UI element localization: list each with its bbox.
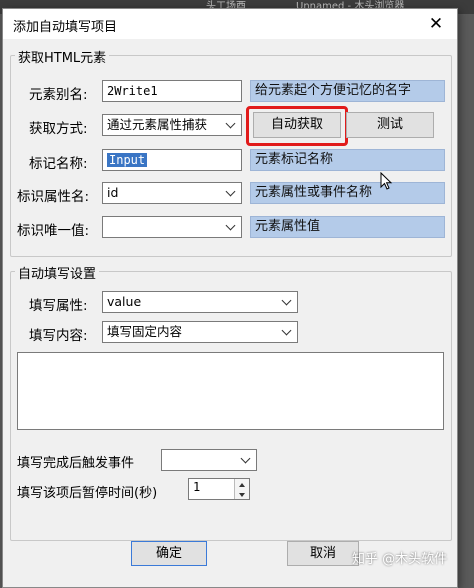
method-label: 获取方式:: [29, 121, 88, 137]
attr-value-select[interactable]: [102, 216, 242, 238]
dialog-title: 添加自动填写项目: [13, 20, 118, 35]
tag-name-label: 标记名称:: [29, 156, 88, 172]
fill-content-value: 填写固定内容: [107, 324, 183, 339]
fill-content-select[interactable]: 填写固定内容: [102, 321, 298, 343]
fill-attribute-label: 填写属性:: [29, 298, 88, 314]
attr-name-hint: 元素属性或事件名称: [250, 182, 445, 204]
chevron-down-icon: [224, 217, 238, 237]
chevron-down-icon: [239, 450, 253, 470]
chevron-down-icon: [280, 322, 294, 342]
chevron-down-icon: [280, 292, 294, 312]
test-button[interactable]: 测试: [346, 112, 434, 138]
pause-time-stepper[interactable]: 1: [188, 478, 250, 500]
attr-name-label: 标识属性名:: [17, 189, 90, 205]
mouse-pointer-icon: [380, 172, 393, 190]
close-icon[interactable]: ✕: [423, 12, 449, 36]
attr-name-select-value: id: [107, 185, 119, 200]
method-select[interactable]: 通过元素属性捕获: [102, 114, 242, 136]
attr-name-select[interactable]: id: [102, 182, 242, 204]
method-select-value: 通过元素属性捕获: [107, 117, 208, 132]
tag-name-hint: 元素标记名称: [250, 149, 445, 171]
tag-name-value: Input: [107, 153, 148, 167]
attr-value-label: 标识唯一值:: [17, 223, 90, 239]
html-element-legend: 获取HTML元素: [15, 47, 110, 66]
add-autofill-dialog: 添加自动填写项目 ✕ 获取HTML元素 元素别名: 2Write1 给元素起个方…: [2, 8, 458, 588]
pause-time-value: 1: [193, 480, 201, 494]
tag-name-input[interactable]: Input: [102, 149, 242, 171]
fill-attribute-value: value: [107, 294, 142, 309]
trigger-event-select[interactable]: [161, 449, 257, 471]
trigger-event-label: 填写完成后触发事件: [17, 456, 135, 471]
fill-attribute-select[interactable]: value: [102, 291, 298, 313]
alias-input[interactable]: 2Write1: [102, 80, 242, 102]
fill-content-label: 填写内容:: [29, 328, 88, 344]
alias-hint: 给元素起个方便记忆的名字: [250, 80, 445, 102]
spin-up-icon[interactable]: [234, 479, 249, 489]
dialog-titlebar: 添加自动填写项目 ✕: [3, 9, 457, 39]
spin-down-icon[interactable]: [234, 489, 249, 499]
autofill-settings-legend: 自动填写设置: [15, 263, 100, 282]
watermark: 知乎 @木头软件: [352, 552, 448, 567]
cancel-button[interactable]: 取消: [287, 541, 359, 566]
ok-button[interactable]: 确定: [131, 541, 207, 566]
alias-label: 元素别名:: [29, 87, 88, 103]
pause-time-label: 填写该项后暂停时间(秒): [17, 486, 158, 501]
fill-content-textarea[interactable]: [17, 352, 444, 430]
chevron-down-icon: [224, 115, 238, 135]
chevron-down-icon: [224, 183, 238, 203]
auto-get-button[interactable]: 自动获取: [253, 112, 341, 138]
attr-value-hint: 元素属性值: [250, 216, 445, 238]
